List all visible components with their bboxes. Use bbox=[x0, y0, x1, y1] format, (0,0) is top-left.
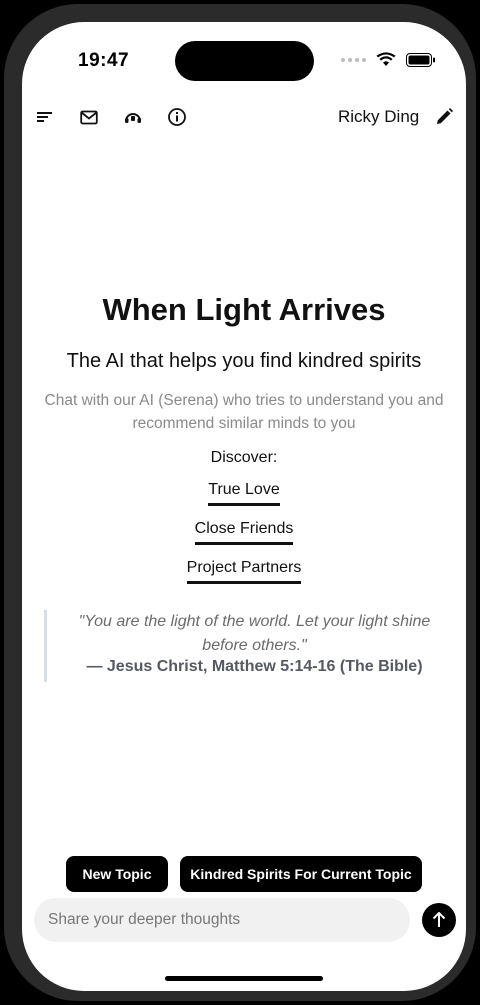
dynamic-island bbox=[175, 41, 314, 81]
hero-description: Chat with our AI (Serena) who tries to u… bbox=[44, 392, 444, 432]
hero-title: When Light Arrives bbox=[102, 292, 386, 327]
info-icon[interactable] bbox=[166, 106, 188, 128]
mail-icon[interactable] bbox=[78, 106, 100, 128]
link-true-love[interactable]: True Love bbox=[208, 481, 280, 506]
signal-icon bbox=[341, 57, 366, 62]
status-time: 19:47 bbox=[78, 50, 130, 71]
phone-bezel: 19:47 Ricky Ding When Light Arrives The … bbox=[4, 4, 476, 1001]
new-topic-button[interactable]: New Topic bbox=[66, 856, 168, 892]
username[interactable]: Ricky Ding bbox=[338, 107, 419, 127]
hero-subtitle: The AI that helps you find kindred spiri… bbox=[66, 350, 422, 372]
link-close-friends[interactable]: Close Friends bbox=[194, 520, 294, 545]
kindred-spirits-button[interactable]: Kindred Spirits For Current Topic bbox=[180, 856, 422, 892]
discover-links: True Love Close Friends Project Partners bbox=[22, 481, 466, 584]
phone-frame: 19:47 Ricky Ding When Light Arrives The … bbox=[0, 0, 480, 1005]
top-toolbar: Ricky Ding bbox=[22, 104, 466, 132]
edit-icon[interactable] bbox=[433, 106, 455, 128]
support-icon[interactable] bbox=[122, 106, 144, 128]
screen: 19:47 Ricky Ding When Light Arrives The … bbox=[22, 22, 466, 991]
discover-label: Discover: bbox=[210, 449, 278, 466]
wifi-icon bbox=[376, 52, 396, 66]
battery-icon bbox=[406, 52, 435, 67]
quote-text: "You are the light of the world. Let you… bbox=[78, 613, 431, 654]
home-indicator bbox=[165, 976, 323, 981]
hero: When Light Arrives The AI that helps you… bbox=[22, 292, 466, 584]
send-button[interactable] bbox=[422, 903, 456, 937]
message-input[interactable] bbox=[34, 898, 410, 942]
status-icons bbox=[341, 52, 436, 67]
arrow-up-icon bbox=[432, 912, 446, 927]
menu-icon[interactable] bbox=[34, 106, 56, 128]
quote-block: "You are the light of the world. Let you… bbox=[44, 610, 444, 682]
quote-attribution: — Jesus Christ, Matthew 5:14-16 (The Bib… bbox=[86, 658, 423, 675]
link-project-partners[interactable]: Project Partners bbox=[186, 559, 302, 584]
